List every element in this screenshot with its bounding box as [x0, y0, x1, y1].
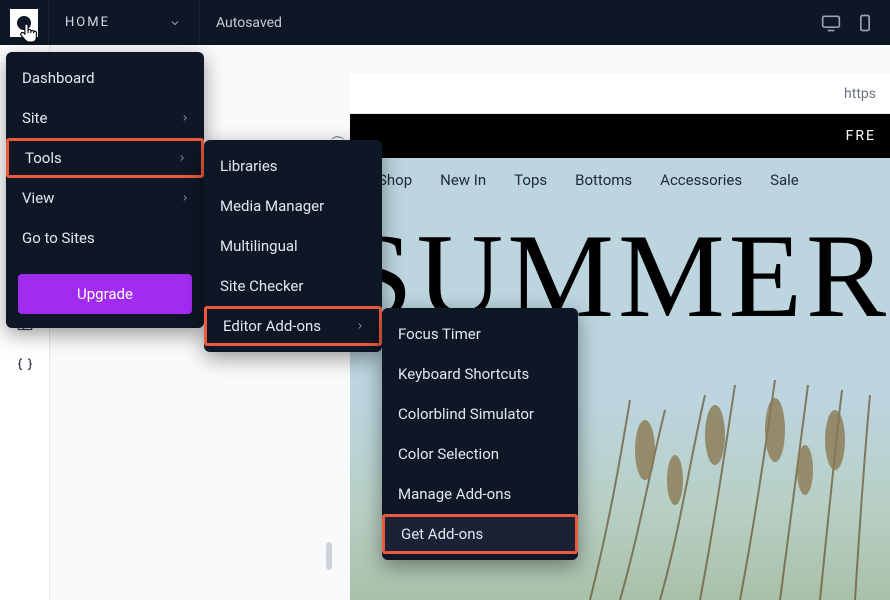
menu-item-label: View — [22, 189, 54, 207]
addon-item-color-selection[interactable]: Color Selection — [382, 434, 578, 474]
menu-item-label: Multilingual — [220, 237, 298, 255]
nav-link[interactable]: Tops — [514, 171, 547, 189]
url-bar: https — [350, 74, 890, 114]
addon-item-focus-timer[interactable]: Focus Timer — [382, 314, 578, 354]
submenu-item-editor-addons[interactable]: Editor Add-ons — [204, 306, 382, 346]
menu-item-label: Colorblind Simulator — [398, 405, 534, 423]
menu-item-label: Get Add-ons — [401, 525, 483, 543]
home-label: HOME — [65, 15, 110, 30]
chevron-down-icon — [167, 15, 183, 31]
chevron-right-icon — [355, 317, 365, 335]
menu-item-label: Site Checker — [220, 277, 303, 295]
menu-item-label: Dashboard — [22, 69, 95, 87]
chevron-right-icon — [180, 189, 190, 207]
hero-illustration — [550, 340, 890, 600]
upgrade-label: Upgrade — [77, 285, 133, 303]
url-text: https — [844, 86, 876, 102]
submenu-item-site-checker[interactable]: Site Checker — [204, 266, 382, 306]
menu-item-label: Manage Add-ons — [398, 485, 511, 503]
code-braces-icon[interactable] — [15, 355, 35, 375]
site-nav: Shop New In Tops Bottoms Accessories Sal… — [350, 158, 799, 202]
submenu-item-multilingual[interactable]: Multilingual — [204, 226, 382, 266]
home-dropdown[interactable]: HOME — [48, 0, 200, 45]
submenu-item-libraries[interactable]: Libraries — [204, 146, 382, 186]
addon-item-colorblind-simulator[interactable]: Colorblind Simulator — [382, 394, 578, 434]
submenu-item-media-manager[interactable]: Media Manager — [204, 186, 382, 226]
chevron-right-icon — [180, 109, 190, 127]
banner-text: FRE — [846, 128, 876, 144]
menu-item-view[interactable]: View — [6, 178, 204, 218]
menu-item-tools[interactable]: Tools — [6, 138, 204, 178]
menu-item-label: Keyboard Shortcuts — [398, 365, 529, 383]
device-switcher — [806, 0, 890, 45]
mobile-icon[interactable] — [854, 12, 876, 34]
nav-link[interactable]: Shop — [378, 171, 412, 189]
menu-item-label: Media Manager — [220, 197, 324, 215]
menu-item-label: Libraries — [220, 157, 278, 175]
menu-item-label: Go to Sites — [22, 229, 95, 247]
addon-item-keyboard-shortcuts[interactable]: Keyboard Shortcuts — [382, 354, 578, 394]
upgrade-button[interactable]: Upgrade — [18, 274, 192, 314]
menu-item-dashboard[interactable]: Dashboard — [6, 58, 204, 98]
nav-link[interactable]: New In — [440, 171, 486, 189]
menu-item-label: Focus Timer — [398, 325, 481, 343]
cursor-hand-icon — [18, 22, 40, 48]
desktop-icon[interactable] — [820, 12, 842, 34]
menu-item-label: Color Selection — [398, 445, 499, 463]
menu-item-site[interactable]: Site — [6, 98, 204, 138]
nav-link[interactable]: Bottoms — [575, 171, 632, 189]
resize-handle[interactable] — [326, 542, 332, 570]
menu-item-label: Tools — [25, 149, 62, 167]
top-bar: HOME Autosaved — [0, 0, 890, 45]
tools-submenu: Libraries Media Manager Multilingual Sit… — [204, 140, 382, 352]
autosaved-status: Autosaved — [200, 15, 298, 31]
menu-item-go-to-sites[interactable]: Go to Sites — [6, 218, 204, 258]
nav-link[interactable]: Sale — [770, 171, 799, 189]
promo-banner: FRE — [350, 114, 890, 158]
addon-item-manage-addons[interactable]: Manage Add-ons — [382, 474, 578, 514]
chevron-right-icon — [177, 149, 187, 167]
addons-submenu: Focus Timer Keyboard Shortcuts Colorblin… — [382, 308, 578, 560]
addon-item-get-addons[interactable]: Get Add-ons — [382, 514, 578, 554]
menu-item-label: Site — [22, 109, 47, 127]
menu-item-label: Editor Add-ons — [223, 317, 321, 335]
nav-link[interactable]: Accessories — [660, 171, 742, 189]
main-menu: Dashboard Site Tools View Go to Sites Up… — [6, 52, 204, 328]
